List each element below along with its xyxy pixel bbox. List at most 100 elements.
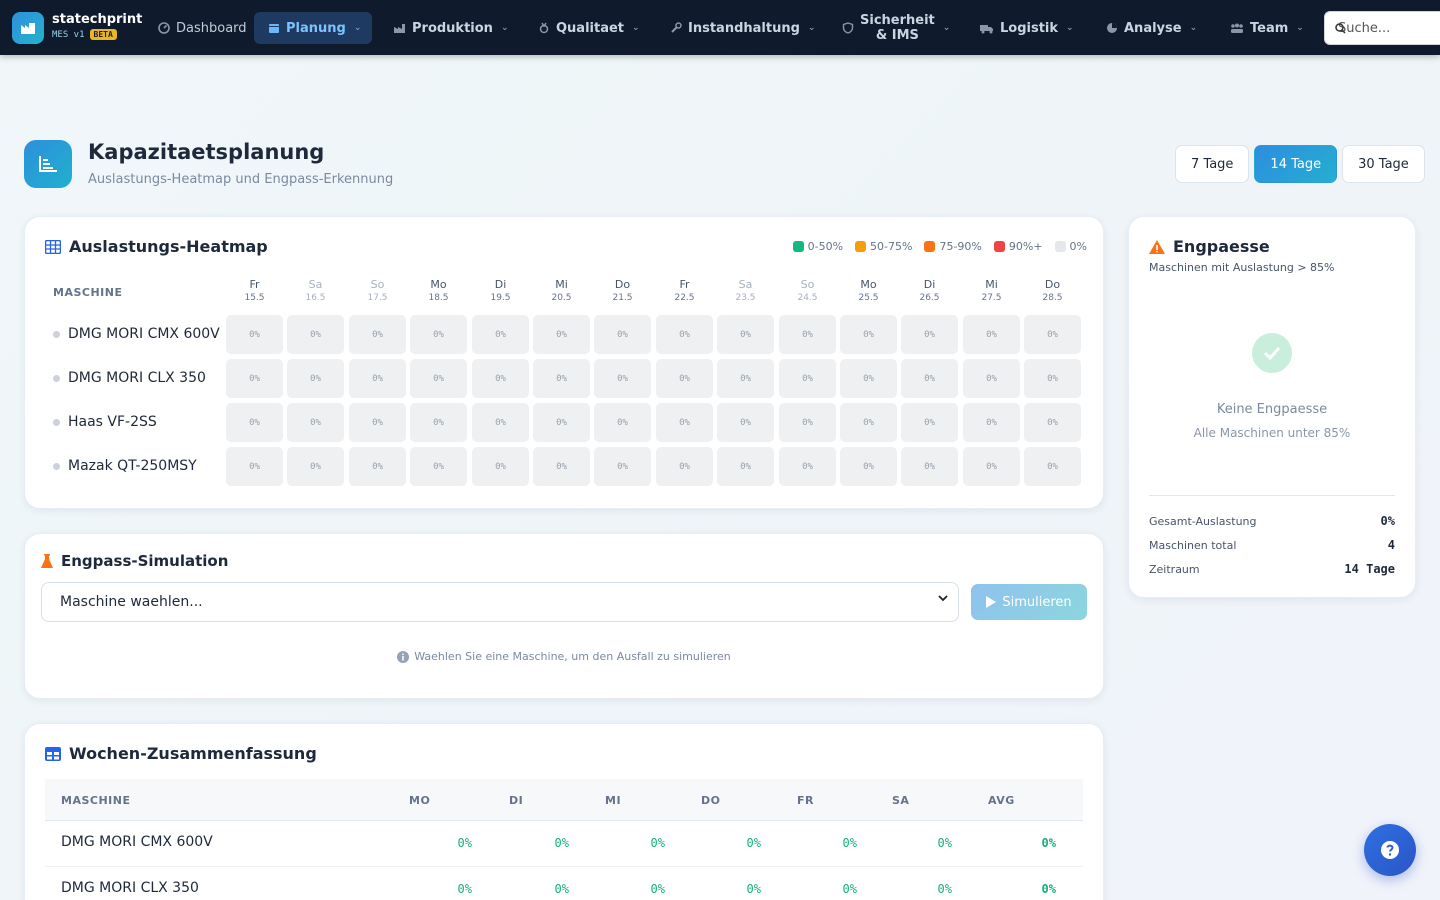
heatmap-cell[interactable]: 0% <box>472 447 529 486</box>
table-icon <box>45 239 61 254</box>
heatmap-cell[interactable]: 0% <box>287 403 344 442</box>
legend-swatch <box>924 241 936 252</box>
heatmap-cell[interactable]: 0% <box>533 447 590 486</box>
page-title: Kapazitaetsplanung <box>88 140 325 164</box>
heatmap-cell[interactable]: 0% <box>901 315 958 354</box>
app-logo-icon[interactable] <box>12 12 44 44</box>
heatmap-cell[interactable]: 0% <box>840 359 897 398</box>
nav-instandhaltung-label: Instandhaltung <box>688 20 800 36</box>
simulate-button[interactable]: Simulieren <box>971 584 1087 620</box>
heatmap-cell[interactable]: 0% <box>349 359 406 398</box>
heatmap-cell[interactable]: 0% <box>410 447 467 486</box>
nav-produktion[interactable]: Produktion ⌄ <box>386 12 516 44</box>
day-column-header: Fr 22.5 <box>656 278 713 303</box>
search-icon <box>1335 23 1346 34</box>
heatmap-cell[interactable]: 0% <box>349 403 406 442</box>
heatmap-cell[interactable]: 0% <box>594 447 651 486</box>
day-date: 19.5 <box>490 293 511 303</box>
table-icon <box>45 746 61 761</box>
heatmap-cell[interactable]: 0% <box>533 359 590 398</box>
heatmap-cell[interactable]: 0% <box>226 447 283 486</box>
heatmap-cell[interactable]: 0% <box>901 447 958 486</box>
row-day-value: 0% <box>937 836 952 850</box>
row-day-value: 0% <box>746 882 761 896</box>
search-box[interactable] <box>1324 11 1440 45</box>
legend-item: 90%+ <box>993 240 1043 253</box>
heatmap-cell[interactable]: 0% <box>963 403 1020 442</box>
heatmap-cell[interactable]: 0% <box>717 447 774 486</box>
heatmap-cell[interactable]: 0% <box>410 315 467 354</box>
heatmap-cell[interactable]: 0% <box>1024 359 1081 398</box>
search-input[interactable] <box>1335 20 1435 36</box>
heatmap-cell[interactable]: 0% <box>901 403 958 442</box>
heatmap-cell[interactable]: 0% <box>287 447 344 486</box>
heatmap-cell[interactable]: 0% <box>594 359 651 398</box>
heatmap-cell[interactable]: 0% <box>472 315 529 354</box>
heatmap-cell[interactable]: 0% <box>533 403 590 442</box>
machine-name-text: Haas VF-2SS <box>68 414 157 430</box>
nav-sicherheit[interactable]: Sicherheit & IMS ⌄ <box>834 12 958 44</box>
day-name: Mi <box>985 278 998 291</box>
nav-logistik[interactable]: Logistik ⌄ <box>972 12 1082 44</box>
heatmap-cell[interactable]: 0% <box>963 447 1020 486</box>
heatmap-cell[interactable]: 0% <box>287 359 344 398</box>
heatmap-cell[interactable]: 0% <box>779 359 836 398</box>
heatmap-cell[interactable]: 0% <box>226 403 283 442</box>
heatmap-cell[interactable]: 0% <box>963 315 1020 354</box>
nav-team[interactable]: Team ⌄ <box>1222 12 1312 44</box>
heatmap-cell[interactable]: 0% <box>472 403 529 442</box>
range-30-button[interactable]: 30 Tage <box>1342 145 1425 183</box>
legend-item: 0% <box>1054 240 1087 253</box>
summary-title-text: Wochen-Zusammenfassung <box>69 744 317 763</box>
heatmap-cell[interactable]: 0% <box>533 315 590 354</box>
heatmap-cell[interactable]: 0% <box>349 315 406 354</box>
nav-dashboard[interactable]: Dashboard <box>150 12 255 44</box>
nav-planung[interactable]: Planung ⌄ <box>254 12 372 44</box>
heatmap-cell[interactable]: 0% <box>717 359 774 398</box>
heatmap-cell[interactable]: 0% <box>717 315 774 354</box>
help-button[interactable] <box>1364 824 1416 876</box>
nav-instandhaltung[interactable]: Instandhaltung ⌄ <box>662 12 823 44</box>
heatmap-cell[interactable]: 0% <box>779 403 836 442</box>
heatmap-cell[interactable]: 0% <box>410 359 467 398</box>
shield-icon <box>842 22 854 34</box>
nav-qualitaet[interactable]: Qualitaet ⌄ <box>530 12 648 44</box>
machine-name-text: DMG MORI CLX 350 <box>68 370 206 386</box>
heatmap-cell[interactable]: 0% <box>779 315 836 354</box>
heatmap-cell[interactable]: 0% <box>594 403 651 442</box>
heatmap-cell[interactable]: 0% <box>963 359 1020 398</box>
brand[interactable]: statechprint MES v1 BETA <box>52 12 142 40</box>
machine-select[interactable]: Maschine waehlen... <box>41 582 959 622</box>
heatmap-cell[interactable]: 0% <box>226 359 283 398</box>
heatmap-cell[interactable]: 0% <box>410 403 467 442</box>
heatmap-cell[interactable]: 0% <box>779 447 836 486</box>
heatmap-cell[interactable]: 0% <box>656 447 713 486</box>
heatmap-cell[interactable]: 0% <box>717 403 774 442</box>
nav-produktion-label: Produktion <box>412 20 493 36</box>
nav-logistik-label: Logistik <box>1000 20 1059 36</box>
help-icon <box>1381 841 1399 859</box>
heatmap-cell[interactable]: 0% <box>1024 315 1081 354</box>
row-day-value: 0% <box>554 882 569 896</box>
simulation-title: Engpass-Simulation <box>41 552 228 570</box>
heatmap-cell[interactable]: 0% <box>656 403 713 442</box>
heatmap-cell[interactable]: 0% <box>901 359 958 398</box>
heatmap-cell[interactable]: 0% <box>287 315 344 354</box>
heatmap-cell[interactable]: 0% <box>1024 403 1081 442</box>
heatmap-cell[interactable]: 0% <box>656 359 713 398</box>
col-header-mo: MO <box>409 794 431 807</box>
nav-analyse[interactable]: Analyse ⌄ <box>1098 12 1205 44</box>
range-14-button[interactable]: 14 Tage <box>1254 145 1338 183</box>
heatmap-cell[interactable]: 0% <box>840 315 897 354</box>
day-column-header: Do 28.5 <box>1024 278 1081 303</box>
heatmap-cell[interactable]: 0% <box>840 403 897 442</box>
heatmap-cell[interactable]: 0% <box>472 359 529 398</box>
heatmap-cell[interactable]: 0% <box>1024 447 1081 486</box>
day-column-header: Fr 15.5 <box>226 278 283 303</box>
heatmap-cell[interactable]: 0% <box>656 315 713 354</box>
heatmap-cell[interactable]: 0% <box>594 315 651 354</box>
heatmap-cell[interactable]: 0% <box>349 447 406 486</box>
range-7-button[interactable]: 7 Tage <box>1175 145 1250 183</box>
heatmap-cell[interactable]: 0% <box>226 315 283 354</box>
heatmap-cell[interactable]: 0% <box>840 447 897 486</box>
